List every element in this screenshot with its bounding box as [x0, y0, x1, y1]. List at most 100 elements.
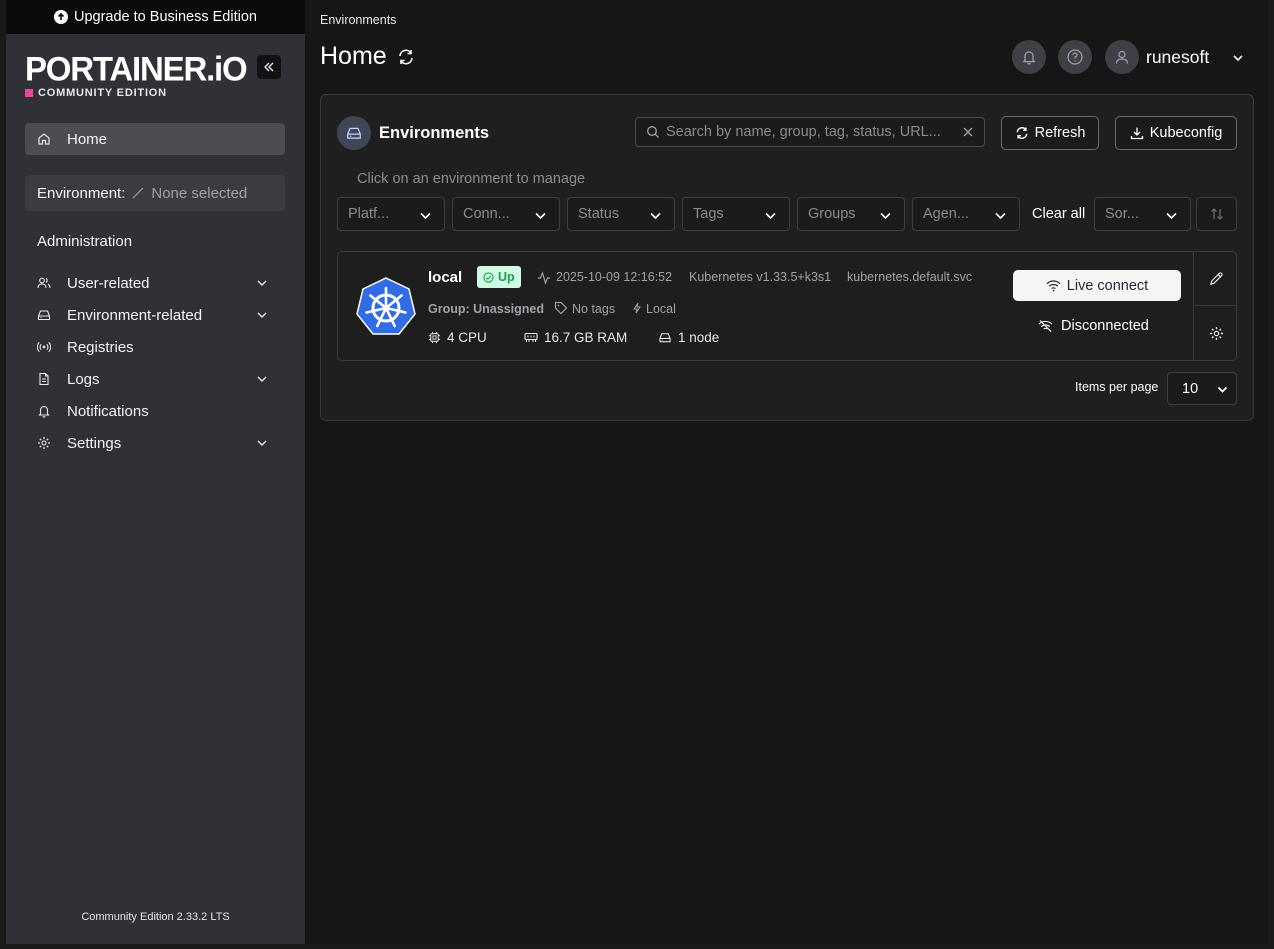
chevron-down-icon	[1217, 386, 1228, 393]
close-icon[interactable]	[962, 126, 974, 138]
tags-filter[interactable]: Tags	[682, 197, 790, 231]
environment-settings-button[interactable]	[1194, 306, 1238, 360]
bell-icon	[37, 404, 51, 418]
radio-icon	[37, 340, 51, 354]
chevron-down-icon	[257, 280, 267, 286]
filter-label: Sor...	[1105, 206, 1139, 222]
hard-drive-icon	[337, 116, 371, 150]
hard-drive-icon	[37, 308, 51, 322]
portainer-logo[interactable]: PORTAINER.iO COMMUNITY EDITION	[25, 49, 248, 99]
environment-url: kubernetes.default.svc	[847, 270, 973, 284]
search-input[interactable]	[666, 124, 956, 140]
items-per-page-label: Items per page	[1075, 380, 1159, 394]
live-connect-label: Live connect	[1066, 277, 1149, 294]
sidebar-item-home[interactable]: Home	[25, 123, 285, 155]
sidebar-item-label: Home	[67, 130, 108, 148]
user-icon	[1115, 50, 1129, 64]
upgrade-banner[interactable]: Upgrade to Business Edition	[6, 0, 305, 34]
user-avatar[interactable]	[1105, 40, 1139, 74]
notifications-button[interactable]	[1012, 40, 1046, 74]
filter-label: Conn...	[463, 206, 510, 222]
users-icon	[37, 276, 51, 290]
chevron-down-icon	[257, 440, 267, 446]
live-connect-button[interactable]: Live connect	[1013, 270, 1181, 301]
arrow-up-circle-icon	[54, 10, 68, 24]
clear-all-button[interactable]: Clear all	[1032, 206, 1085, 222]
logo-accent-square	[25, 89, 33, 97]
node-count: 1 node	[658, 330, 719, 345]
file-text-icon	[37, 372, 51, 386]
sidebar-item-logs[interactable]: Logs	[25, 363, 285, 395]
chevron-down-icon	[650, 212, 661, 220]
card-actions	[1193, 252, 1238, 360]
sort-direction-button[interactable]	[1196, 197, 1237, 231]
tag-icon	[554, 301, 568, 315]
sidebar-item-label: Notifications	[67, 402, 149, 420]
sidebar-item-registries[interactable]: Registries	[25, 331, 285, 363]
refresh-icon	[1016, 127, 1027, 139]
window-edge-bottom	[0, 944, 1274, 949]
chevron-down-icon	[765, 212, 776, 220]
edit-environment-button[interactable]	[1194, 252, 1238, 306]
administration-heading: Administration	[37, 233, 133, 250]
wifi-icon	[1046, 280, 1061, 292]
chevron-down-icon	[257, 376, 267, 382]
page-title-text: Home	[320, 42, 387, 70]
gear-icon	[1209, 326, 1223, 340]
zap-icon	[633, 302, 641, 314]
chevron-down-icon	[1166, 212, 1177, 220]
ram-label: 16.7 GB RAM	[544, 330, 628, 345]
sidebar-item-user-related[interactable]: User-related	[25, 267, 285, 299]
home-icon	[37, 132, 51, 146]
help-circle-icon	[1067, 49, 1083, 65]
items-per-page-select[interactable]: 10	[1167, 372, 1237, 405]
sidebar-item-notifications[interactable]: Notifications	[25, 395, 285, 427]
connection-filter[interactable]: Conn...	[452, 197, 560, 231]
hint-text: Click on an environment to manage	[357, 171, 586, 187]
refresh-button[interactable]: Refresh	[1001, 116, 1099, 150]
pencil-icon	[1209, 272, 1223, 285]
status-badge: Up	[477, 266, 521, 288]
refresh-label: Refresh	[1034, 125, 1086, 141]
sort-by-select[interactable]: Sor...	[1094, 197, 1191, 231]
logo-wordmark: PORTAINER.iO	[25, 49, 248, 88]
sidebar-item-label: Registries	[67, 338, 134, 356]
kubeconfig-button[interactable]: Kubeconfig	[1115, 116, 1237, 150]
agent-version-filter[interactable]: Agen...	[912, 197, 1020, 231]
filter-label: Platf...	[348, 206, 390, 222]
environment-selector[interactable]: Environment: None selected	[25, 175, 285, 211]
status-label: Up	[498, 270, 515, 284]
breadcrumb[interactable]: Environments	[320, 13, 396, 27]
help-button[interactable]	[1058, 40, 1092, 74]
panel-title: Environments	[379, 124, 490, 142]
items-per-page-value: 10	[1182, 380, 1199, 397]
environment-card[interactable]: local Up 2025-10-09 12:16:52 Kubernetes …	[337, 251, 1238, 361]
version-info: Community Edition 2.33.2 LTS	[81, 911, 230, 923]
environment-name: local	[428, 269, 463, 286]
environment-value: None selected	[151, 184, 248, 202]
edition-label: COMMUNITY EDITION	[38, 87, 167, 99]
search-field[interactable]	[635, 117, 985, 147]
sidebar-item-label: Logs	[67, 370, 100, 388]
sidebar-item-environment-related[interactable]: Environment-related	[25, 299, 285, 331]
app-window: Upgrade to Business Edition PORTAINER.iO…	[6, 0, 1268, 944]
status-filter[interactable]: Status	[567, 197, 675, 231]
username[interactable]: runesoft	[1146, 47, 1209, 68]
sidebar-item-label: Settings	[67, 434, 122, 452]
window-edge-right	[1268, 0, 1274, 949]
sidebar-item-settings[interactable]: Settings	[25, 427, 285, 459]
logo-edition: COMMUNITY EDITION	[25, 87, 247, 99]
environments-panel: Environments Refresh Kubeconfig Click on…	[320, 94, 1254, 421]
filter-label: Groups	[808, 206, 856, 222]
sidebar: Upgrade to Business Edition PORTAINER.iO…	[6, 0, 305, 944]
upgrade-label: Upgrade to Business Edition	[74, 9, 257, 25]
connection-status: Disconnected	[1038, 318, 1149, 334]
refresh-icon[interactable]	[397, 48, 415, 66]
platform-filter[interactable]: Platf...	[337, 197, 445, 231]
kubeconfig-label: Kubeconfig	[1149, 125, 1223, 141]
memory-stick-icon	[524, 332, 538, 342]
groups-filter[interactable]: Groups	[797, 197, 905, 231]
collapse-sidebar-button[interactable]	[257, 55, 281, 79]
chevron-down-icon[interactable]	[1231, 51, 1245, 65]
filter-label: Status	[578, 206, 620, 222]
